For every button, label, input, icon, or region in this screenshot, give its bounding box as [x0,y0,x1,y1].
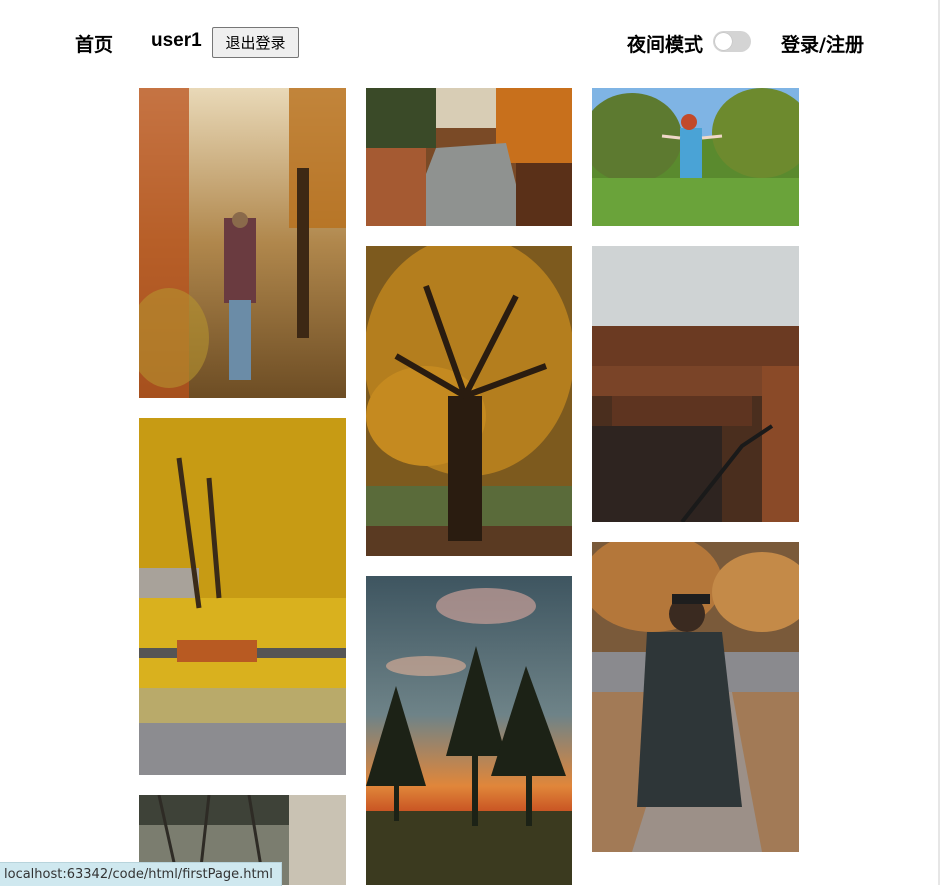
login-register-link[interactable]: 登录/注册 [781,30,864,57]
photo-man-in-autumn-park[interactable] [139,88,346,398]
status-bar-url: localhost:63342/code/html/firstPage.html [0,862,282,886]
toggle-knob [715,33,732,50]
photo-graduate-walking-path[interactable] [592,542,799,852]
night-mode-toggle[interactable] [713,31,751,52]
photo-yellow-tree-with-bench[interactable] [139,418,346,775]
username-label: user1 [151,30,202,51]
logout-button[interactable]: 退出登录 [212,27,299,58]
photo-circular-library[interactable] [592,246,799,522]
photo-girl-dancing-in-orchard[interactable] [592,88,799,226]
photo-large-autumn-tree[interactable] [366,246,572,556]
photo-pine-trees-at-sunset[interactable] [366,576,572,885]
photo-autumn-river[interactable] [366,88,572,226]
night-mode-label: 夜间模式 [627,34,704,56]
nav-home-link[interactable]: 首页 [75,30,113,57]
